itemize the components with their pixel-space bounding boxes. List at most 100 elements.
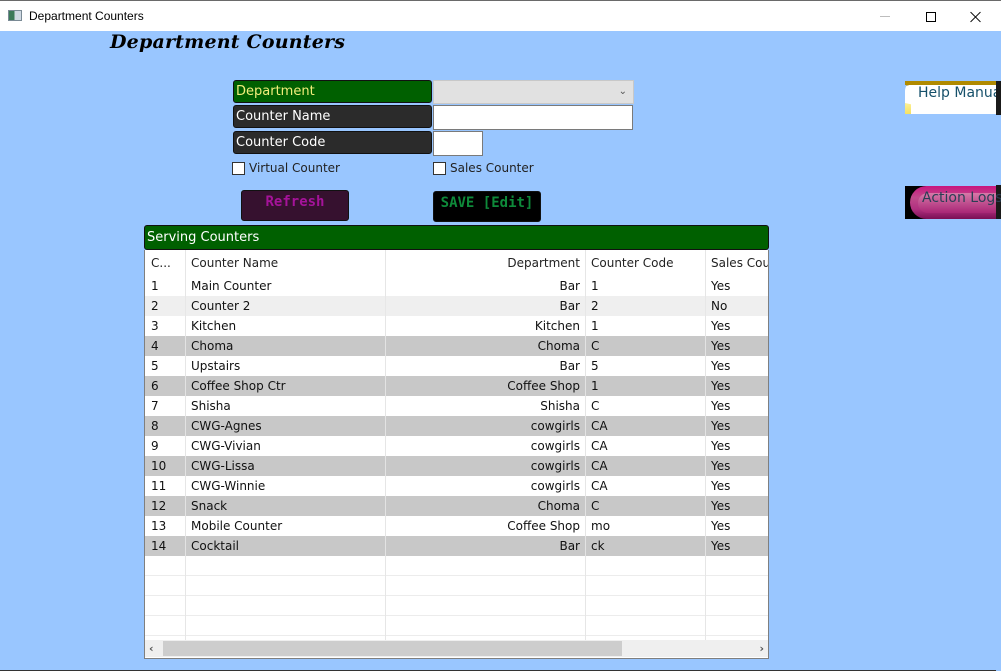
minimize-button[interactable] (862, 1, 908, 32)
cell-counter-code: CA (591, 459, 608, 473)
column-header-counter-code[interactable]: Counter Code (591, 250, 701, 276)
sales-counter-checkbox[interactable]: Sales Counter (433, 161, 534, 175)
table-row[interactable]: 1 Main Counter Bar 1 Yes (145, 276, 768, 296)
cell-department: Shisha (540, 399, 580, 413)
cell-department: Choma (537, 339, 580, 353)
cell-sales-counter: Yes (711, 459, 731, 473)
cell-counter-code: C (591, 499, 600, 513)
table-row[interactable]: 4 Choma Choma C Yes (145, 336, 768, 356)
cell-id: 7 (151, 399, 159, 413)
cell-counter-name: CWG-Agnes (191, 419, 262, 433)
app-icon (8, 10, 22, 21)
minimize-icon (880, 16, 890, 17)
page-title: Department Counters (110, 31, 346, 53)
cell-counter-name: Cocktail (191, 539, 239, 553)
cell-id: 10 (151, 459, 167, 473)
column-divider[interactable] (385, 250, 386, 640)
chevron-down-icon: ⌄ (618, 86, 627, 97)
save-edit-button[interactable]: SAVE [Edit] (433, 191, 541, 222)
counter-code-input[interactable] (433, 131, 483, 156)
cell-department: cowgirls (530, 439, 580, 453)
cell-department: Bar (559, 299, 580, 313)
table-row[interactable]: 12 Snack Choma C Yes (145, 496, 768, 516)
grid-viewport: C... Counter Name Department Counter Cod… (145, 250, 768, 640)
action-logs-button[interactable]: Action Logs (905, 186, 1001, 219)
empty-row-line (145, 575, 768, 576)
help-manual-label: Help Manual (918, 85, 1001, 101)
table-row[interactable]: 14 Cocktail Bar ck Yes (145, 536, 768, 556)
column-header-department[interactable]: Department (385, 250, 580, 276)
close-button[interactable] (953, 1, 999, 32)
table-row[interactable]: 13 Mobile Counter Coffee Shop mo Yes (145, 516, 768, 536)
table-row[interactable]: 9 CWG-Vivian cowgirls CA Yes (145, 436, 768, 456)
maximize-button[interactable] (908, 1, 954, 32)
serving-counters-header: Serving Counters (144, 225, 769, 250)
cell-sales-counter: Yes (711, 279, 731, 293)
action-logs-label: Action Logs (922, 190, 1001, 206)
cell-sales-counter: Yes (711, 399, 731, 413)
table-row[interactable]: 8 CWG-Agnes cowgirls CA Yes (145, 416, 768, 436)
table-row[interactable]: 5 Upstairs Bar 5 Yes (145, 356, 768, 376)
scrollbar-thumb[interactable] (163, 641, 622, 656)
checkbox-box[interactable] (232, 161, 245, 175)
cell-counter-name: CWG-Lissa (191, 459, 255, 473)
table-row[interactable]: 6 Coffee Shop Ctr Coffee Shop 1 Yes (145, 376, 768, 396)
cell-department: Coffee Shop (507, 379, 580, 393)
cell-id: 14 (151, 539, 167, 553)
cell-department: cowgirls (530, 459, 580, 473)
cell-id: 8 (151, 419, 159, 433)
cell-counter-code: 1 (591, 379, 599, 393)
serving-counters-grid[interactable]: C... Counter Name Department Counter Cod… (144, 250, 769, 659)
column-header-id[interactable]: C... (151, 250, 185, 276)
close-icon (970, 11, 982, 23)
scroll-right-icon[interactable]: › (754, 640, 764, 657)
cell-counter-name: CWG-Winnie (191, 479, 266, 493)
cell-counter-code: ck (591, 539, 605, 553)
cell-counter-name: CWG-Vivian (191, 439, 261, 453)
column-divider[interactable] (585, 250, 586, 640)
cell-counter-name: Snack (191, 499, 228, 513)
counter-name-input[interactable] (433, 105, 633, 130)
cell-department: cowgirls (530, 479, 580, 493)
horizontal-scrollbar[interactable]: ‹ › (145, 640, 768, 657)
cell-id: 5 (151, 359, 159, 373)
table-row[interactable]: 3 Kitchen Kitchen 1 Yes (145, 316, 768, 336)
cell-department: Bar (559, 539, 580, 553)
table-row[interactable]: 10 CWG-Lissa cowgirls CA Yes (145, 456, 768, 476)
cell-counter-name: Shisha (191, 399, 231, 413)
department-select[interactable]: ⌄ (433, 80, 634, 104)
cell-sales-counter: Yes (711, 519, 731, 533)
cell-sales-counter: No (711, 299, 728, 313)
department-label: Department (233, 80, 432, 103)
scroll-left-icon[interactable]: ‹ (149, 640, 159, 657)
table-row[interactable]: 2 Counter 2 Bar 2 No (145, 296, 768, 316)
checkbox-box[interactable] (433, 161, 446, 175)
virtual-counter-checkbox[interactable]: Virtual Counter (232, 161, 340, 175)
column-divider[interactable] (185, 250, 186, 640)
edge-segment (996, 219, 1001, 671)
cell-department: Kitchen (534, 319, 580, 333)
cell-id: 2 (151, 299, 159, 313)
column-divider[interactable] (705, 250, 706, 640)
cell-counter-code: CA (591, 479, 608, 493)
counter-name-label: Counter Name (233, 105, 432, 128)
cell-counter-name: Main Counter (191, 279, 272, 293)
column-header-counter-name[interactable]: Counter Name (191, 250, 381, 276)
help-manual-button[interactable]: Help Manual (905, 81, 1001, 114)
refresh-button[interactable]: Refresh (241, 190, 349, 221)
cell-id: 13 (151, 519, 167, 533)
table-row[interactable]: 11 CWG-Winnie cowgirls CA Yes (145, 476, 768, 496)
cell-sales-counter: Yes (711, 539, 731, 553)
cell-id: 9 (151, 439, 159, 453)
cell-counter-code: 1 (591, 279, 599, 293)
counter-code-label: Counter Code (233, 131, 432, 154)
cell-counter-code: 2 (591, 299, 599, 313)
column-header-sales-counter[interactable]: Sales Coun (711, 250, 768, 276)
cell-sales-counter: Yes (711, 499, 731, 513)
window-right-edge (996, 31, 1001, 671)
cell-department: Bar (559, 279, 580, 293)
table-row[interactable]: 7 Shisha Shisha C Yes (145, 396, 768, 416)
app-window: Department Counters Department Counters … (0, 0, 1001, 671)
cell-counter-name: Upstairs (191, 359, 241, 373)
maximize-icon (926, 11, 936, 22)
